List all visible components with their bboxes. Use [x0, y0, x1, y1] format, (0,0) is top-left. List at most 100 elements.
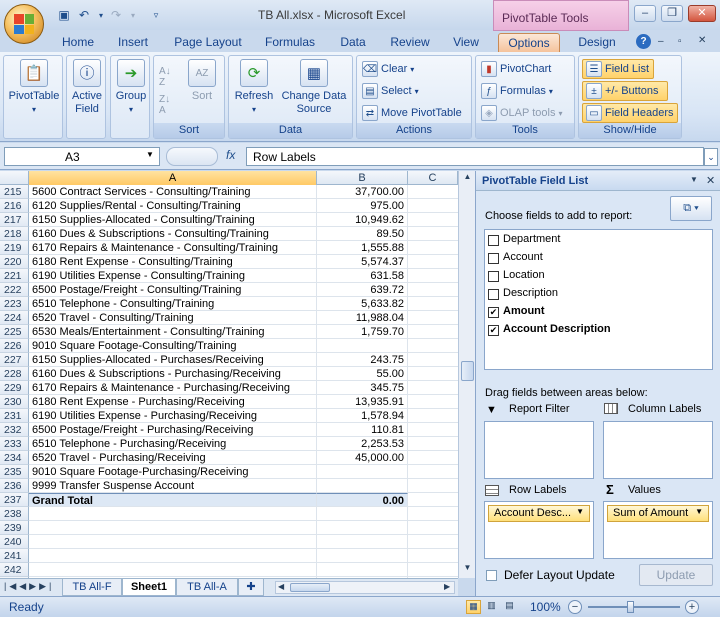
row-number[interactable]: 242: [0, 563, 29, 577]
row-number[interactable]: 241: [0, 549, 29, 563]
cell-c[interactable]: [408, 339, 458, 353]
cell-a[interactable]: 6150 Supplies-Allocated - Purchases/Rece…: [29, 353, 317, 367]
cell-c[interactable]: [408, 521, 458, 535]
cell-a[interactable]: 6190 Utilities Expense - Consulting/Trai…: [29, 269, 317, 283]
field-label[interactable]: Location: [503, 269, 545, 281]
row-number[interactable]: 215: [0, 185, 29, 199]
row-field-account-description[interactable]: Account Desc... ▼: [488, 505, 590, 522]
row-number[interactable]: 217: [0, 213, 29, 227]
cell-a[interactable]: [29, 549, 317, 563]
zoom-slider-thumb[interactable]: [627, 601, 634, 613]
sheet-tab-tb-all-a[interactable]: TB All-A: [176, 579, 238, 596]
zoom-out-icon[interactable]: −: [568, 600, 582, 614]
cell-b[interactable]: [317, 479, 408, 493]
name-box-dropdown-icon[interactable]: ▼: [146, 150, 154, 159]
defer-layout-checkbox[interactable]: [486, 570, 497, 581]
help-icon[interactable]: ?: [636, 34, 651, 49]
cell-b[interactable]: 631.58: [317, 269, 408, 283]
panel-close-icon[interactable]: ✕: [706, 174, 715, 187]
cell-c[interactable]: [408, 409, 458, 423]
cell-c[interactable]: [408, 241, 458, 255]
sheet-tab-tb-all-f[interactable]: TB All-F: [62, 579, 122, 596]
cell-b[interactable]: 2,253.53: [317, 437, 408, 451]
cell-a[interactable]: 6180 Rent Expense - Purchasing/Receiving: [29, 395, 317, 409]
values-area[interactable]: Sum of Amount ▼: [603, 501, 713, 559]
cell-b[interactable]: 1,578.94: [317, 409, 408, 423]
column-labels-area[interactable]: [603, 421, 713, 479]
tab-page-layout[interactable]: Page Layout: [170, 33, 246, 52]
cell-b[interactable]: [317, 339, 408, 353]
row-number[interactable]: 233: [0, 437, 29, 451]
cell-b[interactable]: [317, 507, 408, 521]
value-field-dropdown-icon[interactable]: ▼: [695, 507, 703, 516]
field-label[interactable]: Account Description: [503, 323, 611, 335]
cell-b[interactable]: [317, 549, 408, 563]
cell-a[interactable]: 6500 Postage/Freight - Purchasing/Receiv…: [29, 423, 317, 437]
ribbon-restore-icon[interactable]: ▫: [678, 36, 682, 47]
cell-c[interactable]: [408, 283, 458, 297]
save-icon[interactable]: ▣: [56, 7, 72, 23]
cell-b[interactable]: 975.00: [317, 199, 408, 213]
row-number[interactable]: 222: [0, 283, 29, 297]
row-number[interactable]: 235: [0, 465, 29, 479]
cell-b[interactable]: 55.00: [317, 367, 408, 381]
select-button[interactable]: ▤ Select ▾: [359, 81, 422, 101]
row-number[interactable]: 228: [0, 367, 29, 381]
cell-b[interactable]: 89.50: [317, 227, 408, 241]
row-number[interactable]: 234: [0, 451, 29, 465]
field-checkbox[interactable]: [488, 271, 499, 282]
zoom-level[interactable]: 100%: [530, 600, 561, 614]
active-field-button[interactable]: ⓘ Active Field: [67, 59, 107, 116]
cell-a[interactable]: 6120 Supplies/Rental - Consulting/Traini…: [29, 199, 317, 213]
cell-a[interactable]: Grand Total: [29, 493, 317, 507]
cell-c[interactable]: [408, 227, 458, 241]
cell-a[interactable]: 6190 Utilities Expense - Purchasing/Rece…: [29, 409, 317, 423]
cell-b[interactable]: 45,000.00: [317, 451, 408, 465]
field-headers-button[interactable]: ▭ Field Headers: [582, 103, 678, 123]
field-label[interactable]: Account: [503, 251, 543, 263]
cell-a[interactable]: 6500 Postage/Freight - Consulting/Traini…: [29, 283, 317, 297]
cell-a[interactable]: [29, 563, 317, 577]
cell-c[interactable]: [408, 465, 458, 479]
cell-b[interactable]: 13,935.91: [317, 395, 408, 409]
tab-review[interactable]: Review: [384, 33, 436, 52]
customize-qat-icon[interactable]: ▿: [148, 7, 164, 23]
cell-a[interactable]: 6520 Travel - Purchasing/Receiving: [29, 451, 317, 465]
cell-a[interactable]: [29, 535, 317, 549]
cell-a[interactable]: 6160 Dues & Subscriptions - Purchasing/R…: [29, 367, 317, 381]
row-number[interactable]: 231: [0, 409, 29, 423]
sheet-tab-sheet1[interactable]: Sheet1: [122, 579, 176, 596]
row-number[interactable]: 236: [0, 479, 29, 493]
cell-b[interactable]: 37,700.00: [317, 185, 408, 199]
cell-c[interactable]: [408, 353, 458, 367]
cell-c[interactable]: [408, 479, 458, 493]
cell-c[interactable]: [408, 549, 458, 563]
tab-home[interactable]: Home: [56, 33, 100, 52]
insert-sheet-icon[interactable]: ✚: [238, 579, 264, 596]
cell-a[interactable]: [29, 521, 317, 535]
office-button[interactable]: [4, 4, 44, 44]
value-field-sum-of-amount[interactable]: Sum of Amount ▼: [607, 505, 709, 522]
cell-b[interactable]: 639.72: [317, 283, 408, 297]
cell-b[interactable]: 345.75: [317, 381, 408, 395]
row-field-dropdown-icon[interactable]: ▼: [576, 507, 584, 516]
scroll-left-icon[interactable]: ◀: [278, 582, 284, 591]
cell-a[interactable]: 6150 Supplies-Allocated - Consulting/Tra…: [29, 213, 317, 227]
cell-c[interactable]: [408, 535, 458, 549]
row-number[interactable]: 238: [0, 507, 29, 521]
refresh-button[interactable]: ⟳ Refresh ▾: [231, 59, 277, 116]
horizontal-scrollbar[interactable]: ◀ ▶: [275, 581, 455, 594]
field-list-layout-button[interactable]: ⧉ ▾: [670, 196, 712, 221]
panel-menu-icon[interactable]: ▼: [690, 175, 698, 184]
tab-data[interactable]: Data: [334, 33, 372, 52]
row-number[interactable]: 221: [0, 269, 29, 283]
horizontal-scroll-thumb[interactable]: [290, 583, 330, 592]
vertical-scroll-thumb[interactable]: [461, 361, 474, 381]
zoom-slider[interactable]: [588, 606, 680, 608]
cell-b[interactable]: [317, 465, 408, 479]
scroll-right-icon[interactable]: ▶: [444, 582, 450, 591]
row-number[interactable]: 219: [0, 241, 29, 255]
column-header-c[interactable]: C: [408, 171, 458, 185]
clear-button[interactable]: ⌫ Clear ▾: [359, 59, 417, 79]
field-checkbox[interactable]: ✔: [488, 307, 499, 318]
